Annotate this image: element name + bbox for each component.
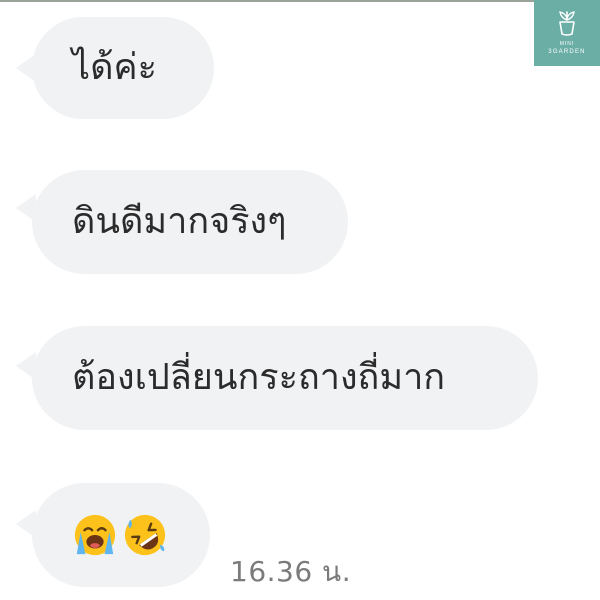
message-bubble-4[interactable]	[32, 483, 210, 587]
logo-text-line1: MINI	[559, 41, 575, 47]
message-bubble-2[interactable]: ดินดีมากจริงๆ	[32, 170, 348, 274]
rolling-on-floor-laughing-emoji	[124, 514, 166, 556]
message-bubble-3[interactable]: ต้องเปลี่ยนกระถางถี่มาก	[32, 326, 538, 430]
plant-pot-icon	[559, 11, 575, 36]
message-text: ต้องเปลี่ยนกระถางถี่มาก	[72, 357, 446, 398]
message-bubble-1[interactable]: ได้ค่ะ	[32, 17, 214, 119]
message-timestamp: 16.36 น.	[230, 555, 352, 588]
top-edge-divider	[0, 0, 600, 2]
chat-thread: ได้ค่ะ ดินดีมากจริงๆ ต้องเปลี่ยนกระถางถี…	[0, 0, 600, 600]
mini-3garden-logo: MINI 3GARDEN	[534, 0, 600, 66]
message-text: ได้ค่ะ	[72, 47, 157, 88]
message-text: ดินดีมากจริงๆ	[72, 201, 287, 242]
loudly-crying-face-emoji	[74, 514, 116, 556]
logo-text-line2: 3GARDEN	[548, 49, 586, 55]
